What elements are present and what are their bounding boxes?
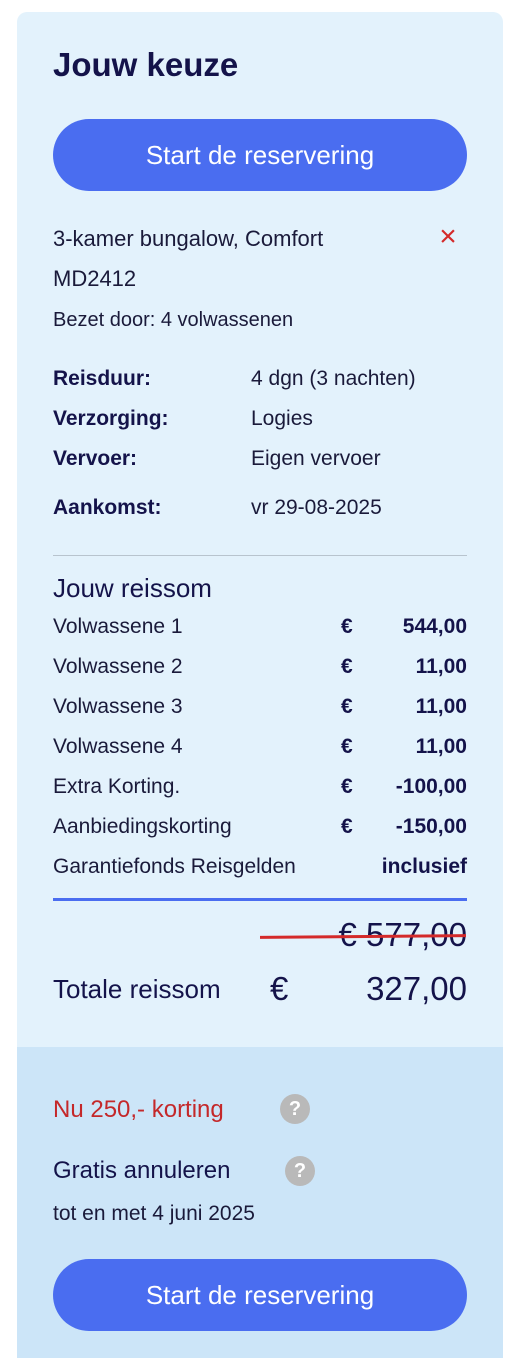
detail-label: Aankomst: (53, 496, 162, 519)
guarantee-label: Garantiefonds Reisgelden (53, 855, 296, 878)
total-currency: € (270, 970, 289, 1007)
cancel-title: Gratis annuleren (53, 1157, 231, 1184)
price-row-currency: € (341, 615, 353, 638)
detail-label: Reisduur: (53, 367, 152, 390)
price-row-amount: -150,00 (395, 815, 467, 838)
page-title: Jouw keuze (53, 46, 239, 83)
detail-label: Verzorging: (53, 407, 169, 430)
price-row-currency: € (341, 695, 353, 718)
total-divider (53, 898, 467, 901)
price-row-amount: -100,00 (395, 775, 467, 798)
detail-label: Vervoer: (53, 447, 138, 470)
price-row: Aanbiedingskorting € -150,00 (53, 815, 467, 845)
price-row-label: Extra Korting. (53, 775, 181, 798)
price-row: Volwassene 4 € 11,00 (53, 735, 467, 765)
price-row-amount: 11,00 (415, 695, 467, 718)
price-row-currency: € (341, 655, 353, 678)
close-icon[interactable]: × (435, 222, 461, 252)
price-row-label: Volwassene 4 (53, 735, 183, 758)
discount-text: Nu 250,- korting (53, 1096, 224, 1123)
detail-row-board: Verzorging: Logies (53, 407, 467, 437)
price-row: Extra Korting. € -100,00 (53, 775, 467, 805)
price-row-currency: € (341, 735, 353, 758)
price-row-label: Aanbiedingskorting (53, 815, 232, 838)
price-section-title: Jouw reissom (53, 573, 212, 603)
price-row-currency: € (341, 775, 353, 798)
price-row-currency: € (341, 815, 353, 838)
price-row-label: Volwassene 3 (53, 695, 183, 718)
start-reservation-button-bottom[interactable]: Start de reservering (53, 1259, 467, 1331)
price-row: Volwassene 3 € 11,00 (53, 695, 467, 725)
cancel-until-text: tot en met 4 juni 2025 (53, 1202, 255, 1225)
price-row-amount: 544,00 (402, 615, 467, 638)
detail-value: Eigen vervoer (251, 447, 381, 470)
price-row: Volwassene 2 € 11,00 (53, 655, 467, 685)
guarantee-value: inclusief (381, 855, 467, 878)
price-row-label: Volwassene 1 (53, 615, 183, 638)
start-reservation-button-top[interactable]: Start de reservering (53, 119, 467, 191)
divider (53, 555, 467, 556)
booking-summary-panel: Jouw keuze Start de reservering 3-kamer … (17, 12, 503, 1358)
detail-row-duration: Reisduur: 4 dgn (3 nachten) (53, 367, 467, 397)
detail-value: Logies (251, 407, 313, 430)
guarantee-row: Garantiefonds Reisgelden inclusief (53, 855, 467, 885)
detail-row-transport: Vervoer: Eigen vervoer (53, 447, 467, 477)
accommodation-name: 3-kamer bungalow, Comfort (53, 226, 324, 251)
price-row-amount: 11,00 (415, 735, 467, 758)
price-row-label: Volwassene 2 (53, 655, 183, 678)
detail-value: vr 29-08-2025 (251, 496, 382, 519)
detail-value: 4 dgn (3 nachten) (251, 367, 416, 390)
price-row-amount: 11,00 (415, 655, 467, 678)
detail-row-arrival: Aankomst: vr 29-08-2025 (53, 496, 467, 526)
total-amount: 327,00 (366, 970, 467, 1007)
price-row: Volwassene 1 € 544,00 (53, 615, 467, 645)
accommodation-code: MD2412 (53, 266, 137, 291)
occupancy-text: Bezet door: 4 volwassenen (53, 309, 294, 331)
total-label: Totale reissom (53, 974, 221, 1004)
help-icon[interactable]: ? (285, 1156, 315, 1186)
help-icon[interactable]: ? (280, 1094, 310, 1124)
